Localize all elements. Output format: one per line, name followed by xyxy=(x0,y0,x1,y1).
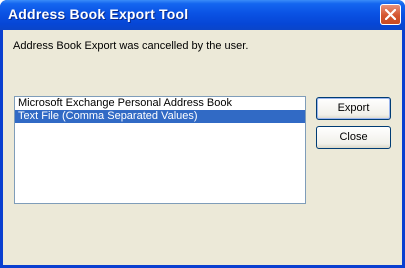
export-button[interactable]: Export xyxy=(316,97,391,120)
export-format-listbox[interactable]: Microsoft Exchange Personal Address Book… xyxy=(14,96,306,204)
close-button[interactable]: Close xyxy=(316,126,391,149)
export-dialog-window: Address Book Export Tool Address Book Ex… xyxy=(0,0,405,268)
list-item-text-csv[interactable]: Text File (Comma Separated Values) xyxy=(15,110,305,123)
list-item-exchange-pab[interactable]: Microsoft Exchange Personal Address Book xyxy=(15,97,305,110)
dialog-body: Address Book Export was cancelled by the… xyxy=(3,30,402,265)
window-title: Address Book Export Tool xyxy=(8,6,189,22)
window-close-button[interactable] xyxy=(380,4,401,25)
title-bar[interactable]: Address Book Export Tool xyxy=(0,0,405,30)
export-button-label: Export xyxy=(337,102,370,114)
close-icon xyxy=(385,9,396,20)
close-button-label: Close xyxy=(339,131,368,143)
status-message: Address Book Export was cancelled by the… xyxy=(13,40,249,52)
